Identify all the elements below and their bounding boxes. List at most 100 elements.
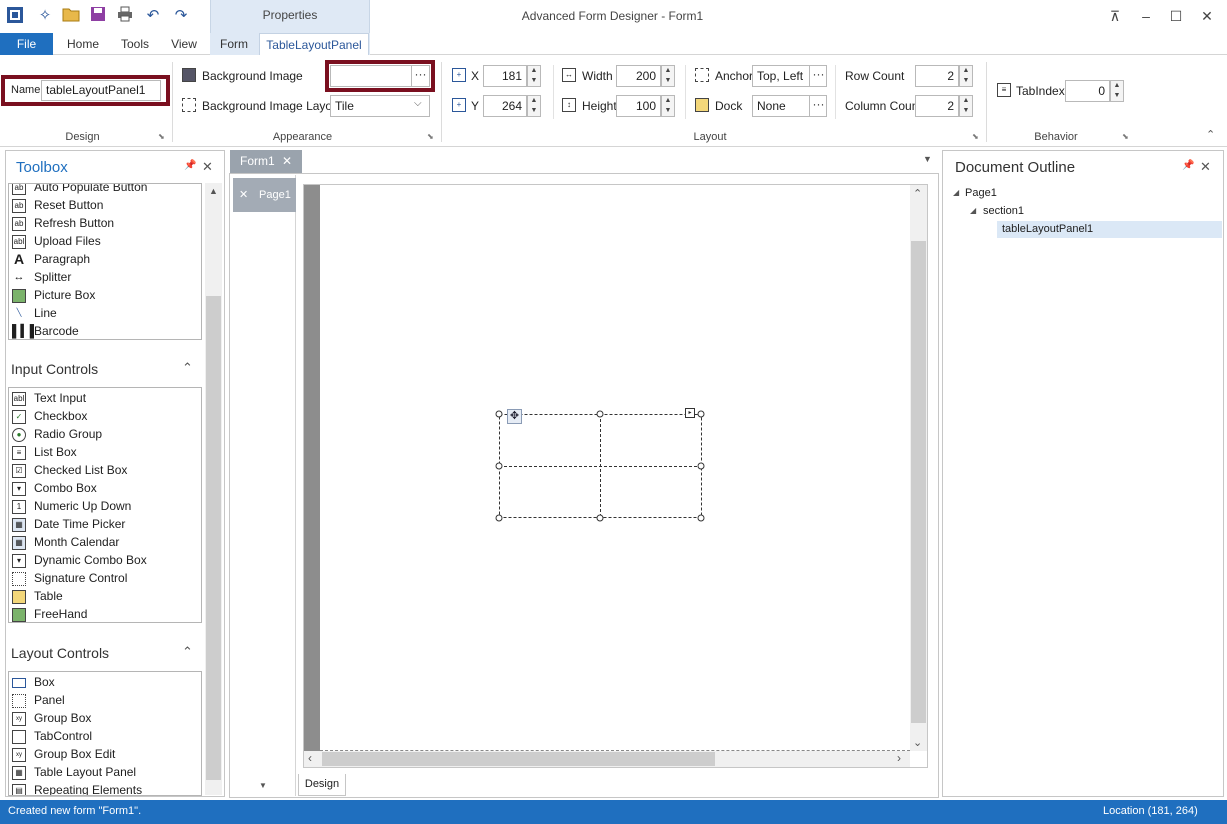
column-count-input[interactable]: 2 bbox=[915, 95, 959, 117]
scroll-up-icon[interactable]: ▲ bbox=[209, 186, 218, 196]
list-item[interactable]: ▦ Month Calendar bbox=[9, 533, 201, 551]
name-input[interactable]: tableLayoutPanel1 bbox=[41, 80, 161, 101]
close-icon[interactable]: ✕ bbox=[202, 159, 213, 175]
redo-icon[interactable]: ↷ bbox=[171, 6, 191, 26]
list-item[interactable]: ▾ Dynamic Combo Box bbox=[9, 551, 201, 569]
list-item[interactable]: Picture Box bbox=[9, 286, 201, 304]
canvas-v-scroll-thumb[interactable] bbox=[911, 241, 926, 723]
list-item[interactable]: ▦ Date Time Picker bbox=[9, 515, 201, 533]
design-launcher-icon[interactable]: ⬊ bbox=[158, 132, 165, 141]
tree-node-section1[interactable]: section1 bbox=[983, 205, 1024, 217]
row-count-input[interactable]: 2 bbox=[915, 65, 959, 87]
list-item[interactable]: ab Reset Button bbox=[9, 196, 201, 214]
list-item[interactable]: Signature Control bbox=[9, 569, 201, 587]
list-item[interactable]: xy Group Box Edit bbox=[9, 745, 201, 763]
chevron-down-icon[interactable]: ⌵ bbox=[414, 98, 422, 109]
list-item[interactable]: abl Upload Files bbox=[9, 232, 201, 250]
list-item[interactable]: A Paragraph bbox=[9, 250, 201, 268]
pin-icon[interactable]: 📌 bbox=[1182, 160, 1194, 171]
tab-view[interactable]: View bbox=[164, 33, 204, 55]
close-icon[interactable]: ✕ bbox=[239, 178, 248, 212]
width-spinner[interactable]: ▲ ▼ bbox=[661, 65, 675, 87]
list-item[interactable]: abl Text Input bbox=[9, 389, 201, 407]
anchor-browse-button[interactable]: ··· bbox=[809, 65, 827, 87]
canvas-h-scroll-thumb[interactable] bbox=[322, 752, 715, 766]
list-item[interactable]: Box bbox=[9, 673, 201, 691]
list-item[interactable]: ╲ Line bbox=[9, 304, 201, 322]
layout-controls-title[interactable]: Layout Controls bbox=[11, 645, 109, 661]
collapse-ribbon-icon[interactable]: ⌃ bbox=[1206, 128, 1215, 141]
list-item[interactable]: ab Auto Populate Button bbox=[9, 184, 201, 196]
chevron-up-icon[interactable]: ⌃ bbox=[182, 360, 193, 376]
input-controls-title[interactable]: Input Controls bbox=[11, 361, 98, 377]
tabindex-spinner[interactable]: ▲ ▼ bbox=[1110, 80, 1124, 102]
width-input[interactable]: 200 bbox=[616, 65, 661, 87]
expand-icon[interactable]: ◢ bbox=[970, 206, 976, 215]
tab-tools[interactable]: Tools bbox=[112, 33, 158, 55]
maximize-button[interactable]: ☐ bbox=[1165, 6, 1187, 26]
behavior-launcher-icon[interactable]: ⬊ bbox=[1122, 132, 1129, 141]
scroll-down-icon[interactable]: ▼ bbox=[259, 781, 267, 790]
tab-list-chevron-icon[interactable]: ▼ bbox=[923, 154, 932, 164]
minimize-button[interactable]: – bbox=[1135, 6, 1157, 26]
y-input[interactable]: 264 bbox=[483, 95, 527, 117]
list-item[interactable]: Panel bbox=[9, 691, 201, 709]
undo-icon[interactable]: ↶ bbox=[143, 6, 163, 26]
scroll-right-icon[interactable]: › bbox=[897, 751, 901, 765]
list-item[interactable]: ab Refresh Button bbox=[9, 214, 201, 232]
list-item[interactable]: 1 Numeric Up Down bbox=[9, 497, 201, 515]
x-input[interactable]: 181 bbox=[483, 65, 527, 87]
open-folder-icon[interactable] bbox=[61, 6, 81, 26]
tab-form[interactable]: Form bbox=[212, 33, 256, 55]
height-input[interactable]: 100 bbox=[616, 95, 661, 117]
smart-tag-icon[interactable]: ▸ bbox=[685, 408, 695, 418]
pin-icon[interactable]: 📌 bbox=[184, 160, 196, 171]
move-handle-icon[interactable]: ✥ bbox=[507, 409, 522, 424]
layout-launcher-icon[interactable]: ⬊ bbox=[972, 132, 979, 141]
toolbox-scroll-thumb[interactable] bbox=[206, 296, 221, 780]
scroll-left-icon[interactable]: ‹ bbox=[308, 751, 312, 765]
close-icon[interactable]: ✕ bbox=[1200, 159, 1211, 175]
close-button[interactable]: ✕ bbox=[1196, 6, 1218, 26]
chevron-up-icon[interactable]: ⌃ bbox=[182, 644, 193, 660]
list-item[interactable]: FreeHand bbox=[9, 605, 201, 623]
new-icon[interactable]: ✧ bbox=[35, 6, 55, 26]
expand-icon[interactable]: ◢ bbox=[953, 188, 959, 197]
table-layout-panel[interactable] bbox=[495, 410, 705, 522]
column-count-spinner[interactable]: ▲ ▼ bbox=[959, 95, 973, 117]
list-item[interactable]: ↔ Splitter bbox=[9, 268, 201, 286]
tab-design[interactable]: Design bbox=[298, 774, 346, 796]
tree-node-page1[interactable]: Page1 bbox=[965, 187, 997, 199]
tree-node-tablelayoutpanel1[interactable]: tableLayoutPanel1 bbox=[1002, 223, 1093, 235]
list-item[interactable]: Table bbox=[9, 587, 201, 605]
list-item[interactable]: ☑ Checked List Box bbox=[9, 461, 201, 479]
tab-tablelayoutpanel[interactable]: TableLayoutPanel bbox=[259, 33, 369, 56]
list-item[interactable]: ▦ Table Layout Panel bbox=[9, 763, 201, 781]
scroll-up-icon[interactable]: ⌃ bbox=[913, 187, 922, 200]
close-icon[interactable]: ✕ bbox=[282, 150, 292, 172]
y-spinner[interactable]: ▲ ▼ bbox=[527, 95, 541, 117]
print-icon[interactable] bbox=[115, 6, 135, 26]
list-item[interactable]: xy Group Box bbox=[9, 709, 201, 727]
list-item[interactable]: ≡ List Box bbox=[9, 443, 201, 461]
save-icon[interactable] bbox=[88, 6, 108, 26]
x-spinner[interactable]: ▲ ▼ bbox=[527, 65, 541, 87]
dock-browse-button[interactable]: ··· bbox=[809, 95, 827, 117]
appearance-launcher-icon[interactable]: ⬊ bbox=[427, 132, 434, 141]
tabindex-input[interactable]: 0 bbox=[1065, 80, 1110, 102]
list-item[interactable]: ✓ Checkbox bbox=[9, 407, 201, 425]
scroll-down-icon[interactable]: ⌄ bbox=[913, 736, 922, 749]
tab-form1[interactable]: Form1 ✕ bbox=[230, 150, 302, 173]
list-item[interactable]: ▌▍▌Barcode bbox=[9, 322, 201, 339]
page-tab-page1[interactable]: ✕ Page1 bbox=[233, 178, 296, 212]
list-item[interactable]: ▾ Combo Box bbox=[9, 479, 201, 497]
background-image-browse-button[interactable]: ··· bbox=[411, 65, 429, 87]
row-count-spinner[interactable]: ▲ ▼ bbox=[959, 65, 973, 87]
tab-file[interactable]: File bbox=[0, 33, 53, 55]
ribbon-display-icon[interactable]: ⊼ bbox=[1104, 6, 1126, 26]
list-item[interactable]: ● Radio Group bbox=[9, 425, 201, 443]
tab-home[interactable]: Home bbox=[60, 33, 106, 55]
height-spinner[interactable]: ▲ ▼ bbox=[661, 95, 675, 117]
list-item[interactable]: TabControl bbox=[9, 727, 201, 745]
list-item[interactable]: ▤ Repeating Elements bbox=[9, 781, 201, 795]
